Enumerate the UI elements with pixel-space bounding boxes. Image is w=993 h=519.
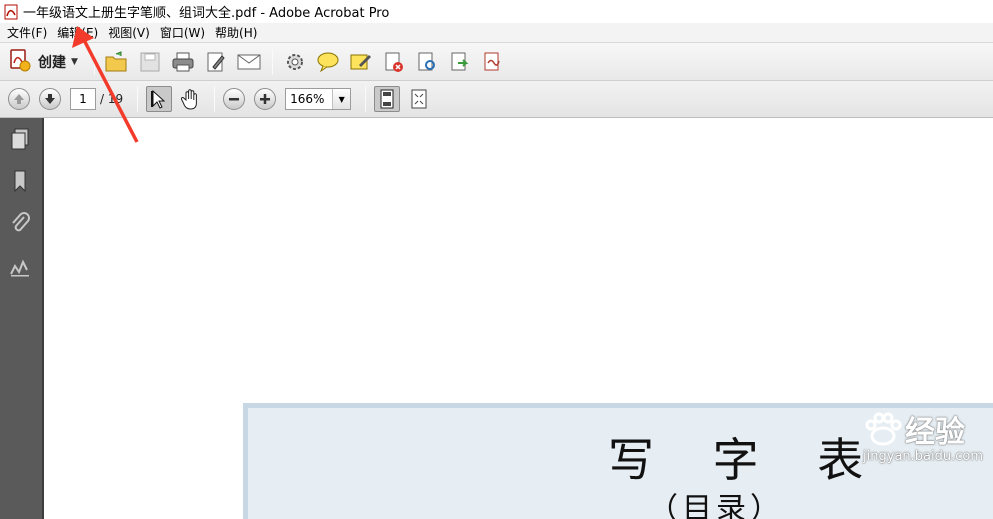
watermark-url: jingyan.baidu.com (863, 449, 983, 464)
toolbar-separator (271, 48, 273, 75)
toolbar-separator (365, 86, 367, 112)
sign-icon[interactable] (479, 48, 507, 76)
fit-page-icon (380, 89, 394, 109)
menu-window[interactable]: 窗口(W) (155, 24, 210, 42)
cursor-arrow-icon (151, 89, 166, 109)
zoom-select[interactable]: ▼ (285, 88, 352, 110)
attach-doc-icon[interactable] (413, 48, 441, 76)
watermark-text: 经验 (905, 415, 966, 450)
create-pdf-icon (8, 48, 32, 75)
edit-doc-icon[interactable] (202, 48, 230, 76)
toolbar-separator (214, 86, 216, 112)
window-title: 一年级语文上册生字笔顺、组词大全.pdf - Adobe Acrobat Pro (23, 6, 390, 21)
next-page-button[interactable] (39, 88, 61, 110)
previous-page-button[interactable] (8, 88, 30, 110)
delete-doc-icon[interactable] (380, 48, 408, 76)
annotation-arrow (72, 26, 139, 143)
baidu-jingyan-watermark: 经验 jingyan.baidu.com (863, 407, 983, 464)
full-screen-button[interactable] (405, 85, 433, 113)
fit-page-button[interactable] (374, 86, 401, 112)
acrobat-pdf-icon (4, 4, 19, 20)
export-icon[interactable] (446, 48, 474, 76)
zoom-out-button[interactable] (223, 88, 246, 110)
document-view[interactable]: 写 字 表 （目录） (44, 118, 993, 519)
full-screen-icon (411, 89, 427, 109)
attachment-clip-icon[interactable] (8, 211, 32, 237)
signature-icon[interactable] (8, 255, 32, 281)
navigation-pane (0, 118, 44, 519)
pages-icon[interactable] (8, 126, 32, 152)
paw-logo-icon (865, 412, 902, 446)
select-tool-button[interactable] (146, 86, 173, 112)
arrow-up-icon (14, 94, 24, 104)
window-title-bar: 一年级语文上册生字笔顺、组词大全.pdf - Adobe Acrobat Pro (0, 0, 993, 23)
arrow-down-icon (45, 94, 55, 104)
comment-icon[interactable] (314, 48, 342, 76)
settings-gear-icon[interactable] (281, 48, 309, 76)
hand-tool-button[interactable] (177, 85, 205, 113)
menu-file[interactable]: 文件(F) (2, 24, 52, 42)
zoom-level-input[interactable] (286, 89, 333, 109)
minus-icon (229, 98, 240, 101)
email-icon[interactable] (235, 48, 263, 76)
chevron-down-icon[interactable]: ▼ (332, 89, 351, 109)
document-heading: 写 字 表 (608, 433, 886, 487)
zoom-in-button[interactable] (254, 88, 277, 110)
menu-help[interactable]: 帮助(H) (210, 24, 262, 42)
hand-icon (181, 89, 198, 110)
highlight-icon[interactable] (347, 48, 375, 76)
plus-icon (260, 94, 271, 104)
document-subheading: （目录） (648, 492, 784, 519)
print-icon[interactable] (169, 48, 197, 76)
bookmark-icon[interactable] (8, 168, 32, 194)
